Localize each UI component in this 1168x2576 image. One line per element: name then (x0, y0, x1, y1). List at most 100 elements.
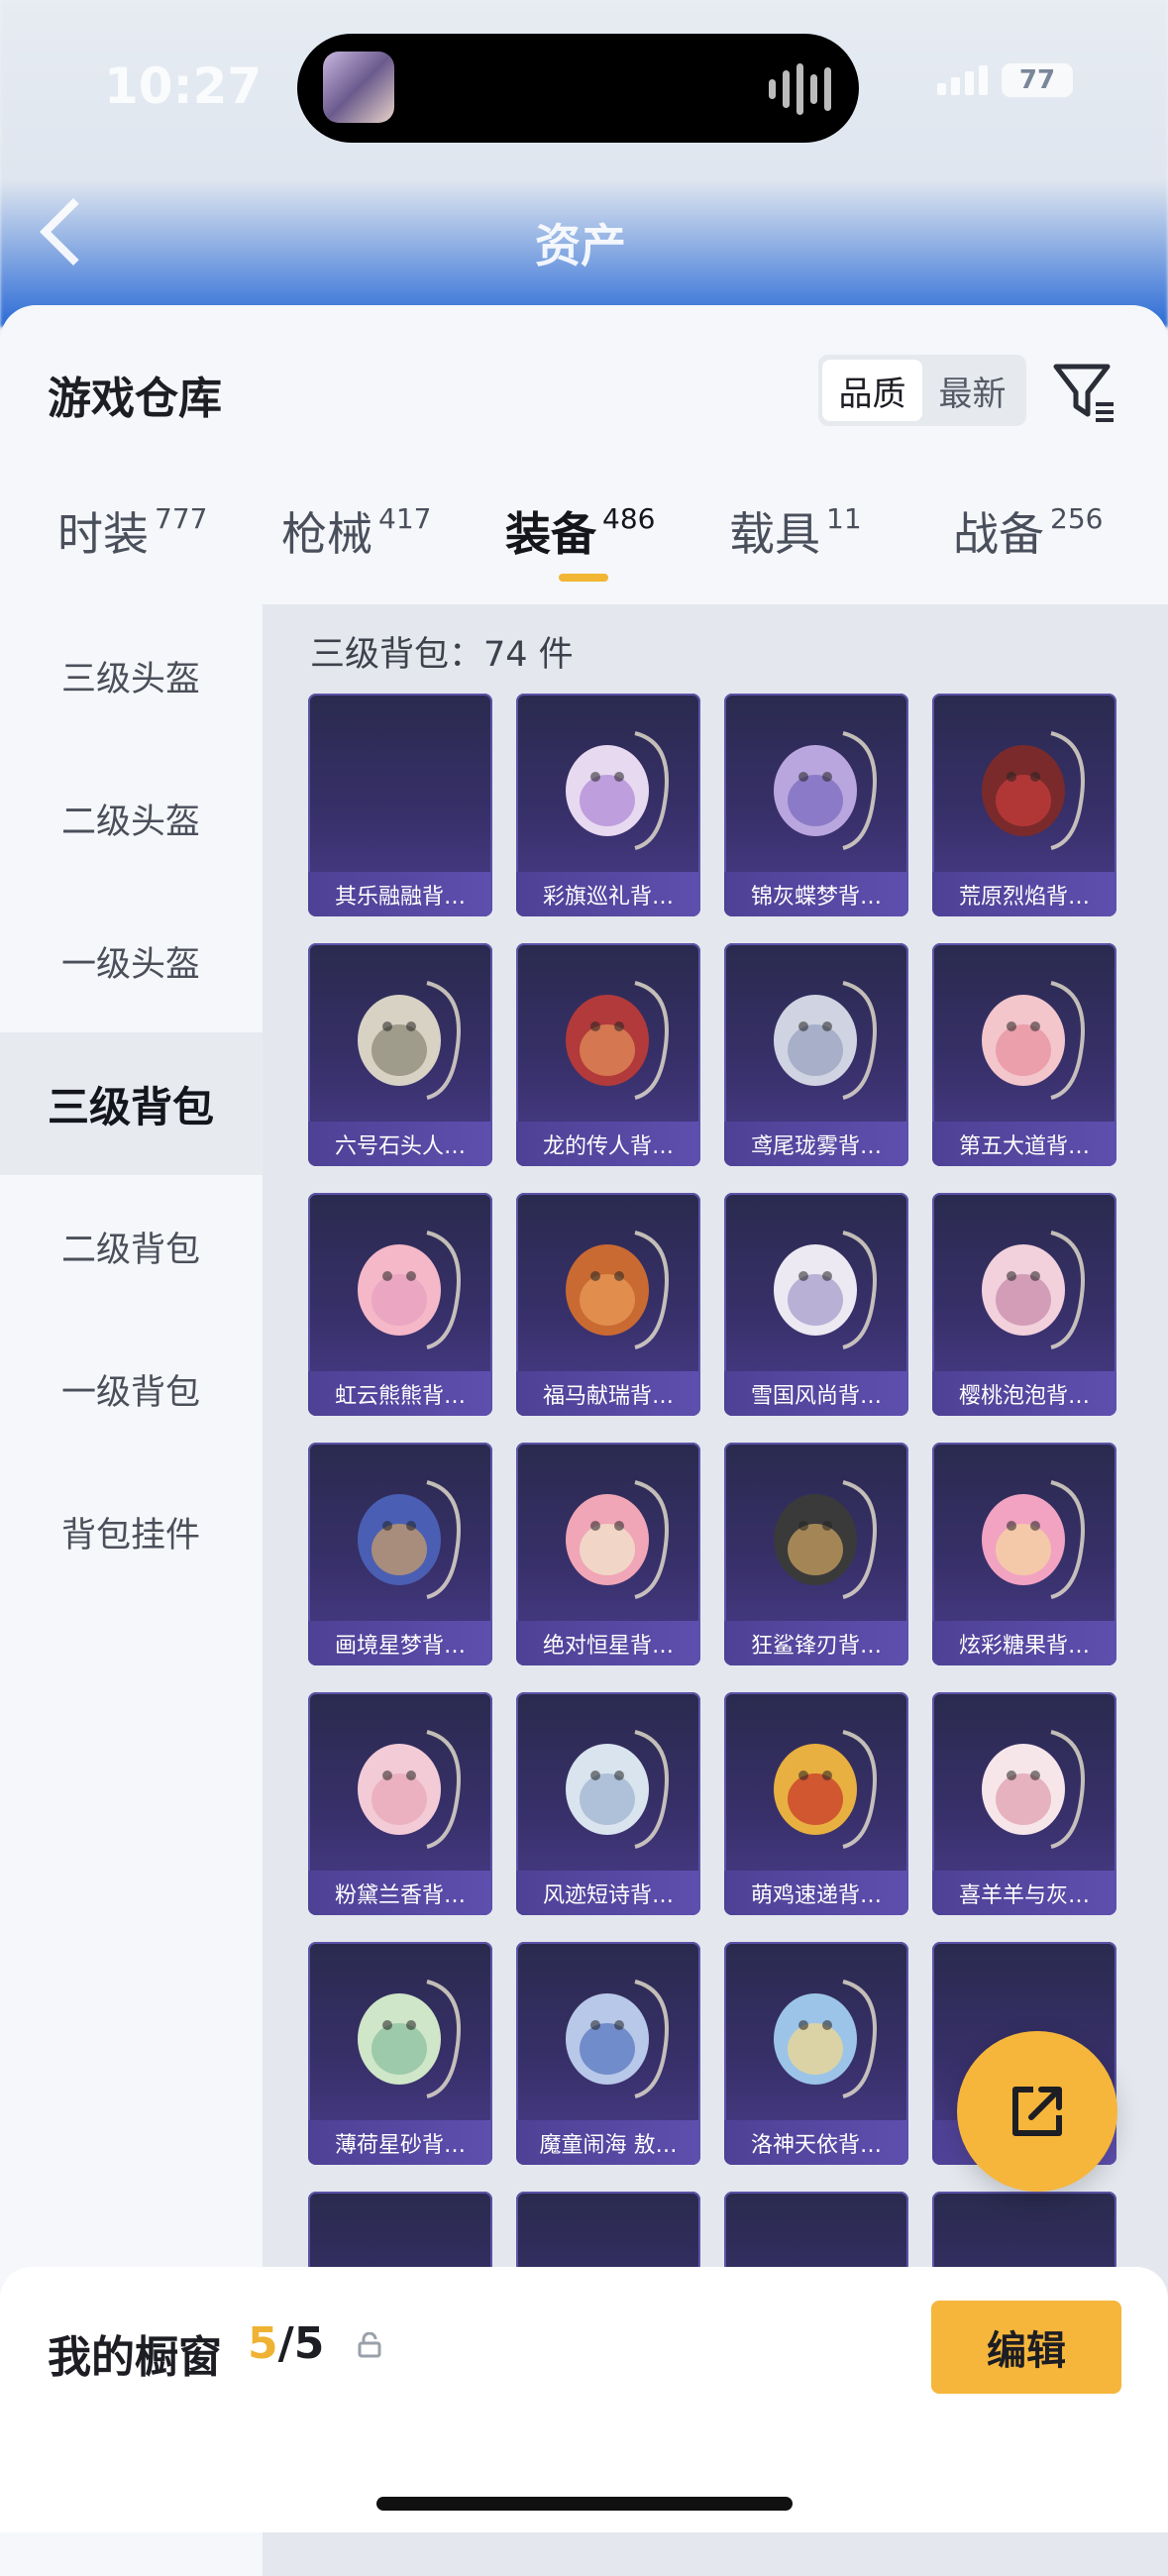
backpack-item-card[interactable]: 魔童闹海 敖… (516, 1942, 700, 2165)
backpack-item-card[interactable]: 粉黛兰香背… (308, 1692, 492, 1915)
now-playing-thumbnail (323, 52, 394, 123)
backpack-thumbnail (774, 981, 877, 1100)
backpack-item-card[interactable]: 其乐融融背… (308, 694, 492, 916)
item-name: 荒原烈焰背… (932, 872, 1116, 916)
sort-quality-button[interactable]: 品质 (822, 360, 922, 421)
sidebar-item-level1-helmet[interactable]: 一级头盔 (0, 890, 263, 1032)
item-name: 风迹短诗背… (516, 1871, 700, 1915)
backpack-item-card[interactable]: 炫彩糖果背… (932, 1443, 1116, 1665)
battery-icon: 77 (1002, 63, 1073, 97)
showcase-label: 我的橱窗 (48, 2332, 222, 2383)
tab-count: 777 (155, 502, 208, 535)
page-title: 资产 (535, 219, 626, 272)
item-count-title: 三级背包：74 件 (310, 635, 574, 675)
item-name: 彩旗巡礼背… (516, 872, 700, 916)
home-indicator (376, 2497, 793, 2511)
backpack-item-card[interactable]: 虹云熊熊背… (308, 1193, 492, 1416)
lock-icon (358, 2332, 381, 2358)
item-name: 画境星梦背… (308, 1621, 492, 1665)
backpack-thumbnail (774, 1231, 877, 1349)
backpack-thumbnail (774, 1730, 877, 1849)
sidebar-item-backpack-charm[interactable]: 背包挂件 (0, 1460, 263, 1603)
showcase-total: /5 (277, 2318, 325, 2369)
edit-button[interactable]: 编辑 (931, 2301, 1121, 2394)
sidebar-item-level2-helmet[interactable]: 二级头盔 (0, 747, 263, 890)
item-name: 洛神天依背… (724, 2120, 908, 2165)
tab-equipment[interactable]: 装备 486 (505, 498, 655, 607)
sheet-title: 游戏仓库 (48, 374, 222, 424)
tab-vehicles[interactable]: 载具 11 (729, 498, 862, 607)
item-name: 樱桃泡泡背… (932, 1371, 1116, 1416)
backpack-thumbnail (358, 981, 461, 1100)
sidebar-item-level3-backpack[interactable]: 三级背包 (0, 1032, 263, 1175)
backpack-thumbnail (774, 731, 877, 850)
sort-newest-button[interactable]: 最新 (922, 360, 1022, 421)
backpack-item-card[interactable]: 画境星梦背… (308, 1443, 492, 1665)
backpack-item-card[interactable]: 风迹短诗背… (516, 1692, 700, 1915)
sidebar-item-level2-backpack[interactable]: 二级背包 (0, 1175, 263, 1318)
tab-guns[interactable]: 枪械 417 (281, 498, 431, 607)
status-time: 10:27 (104, 57, 263, 115)
backpack-thumbnail (982, 981, 1085, 1100)
item-name: 虹云熊熊背… (308, 1371, 492, 1416)
backpack-thumbnail (566, 1480, 669, 1599)
item-name: 福马献瑞背… (516, 1371, 700, 1416)
backpack-item-card[interactable]: 薄荷星砂背… (308, 1942, 492, 2165)
item-name: 龙的传人背… (516, 1122, 700, 1166)
tab-combat-gear[interactable]: 战备 256 (953, 498, 1103, 607)
dynamic-island (297, 34, 859, 143)
backpack-item-card[interactable]: 绝对恒星背… (516, 1443, 700, 1665)
backpack-thumbnail (566, 731, 669, 850)
tab-count: 11 (826, 502, 862, 535)
tab-count: 486 (602, 502, 656, 535)
tab-count: 256 (1050, 502, 1104, 535)
category-tabs: 时装 777 枪械 417 装备 486 载具 11 战备 256 (0, 498, 1168, 607)
item-name: 六号石头人… (308, 1122, 492, 1166)
status-indicators: 77 (937, 63, 1073, 97)
signal-icon (937, 65, 988, 95)
item-name: 喜羊羊与灰… (932, 1871, 1116, 1915)
tab-fashion[interactable]: 时装 777 (57, 498, 207, 607)
backpack-thumbnail (566, 1231, 669, 1349)
item-name: 其乐融融背… (308, 872, 492, 916)
tab-count: 417 (378, 502, 432, 535)
item-name: 粉黛兰香背… (308, 1871, 492, 1915)
backpack-item-card[interactable]: 洛神天依背… (724, 1942, 908, 2165)
backpack-item-card[interactable]: 彩旗巡礼背… (516, 694, 700, 916)
backpack-item-card[interactable]: 狂鲨锋刃背… (724, 1443, 908, 1665)
item-name: 狂鲨锋刃背… (724, 1621, 908, 1665)
backpack-thumbnail (358, 1730, 461, 1849)
backpack-thumbnail (566, 1730, 669, 1849)
tab-label: 枪械 (281, 507, 372, 561)
backpack-item-card[interactable]: 樱桃泡泡背… (932, 1193, 1116, 1416)
backpack-thumbnail (358, 1231, 461, 1349)
item-name: 绝对恒星背… (516, 1621, 700, 1665)
item-name: 第五大道背… (932, 1122, 1116, 1166)
backpack-item-card[interactable]: 六号石头人… (308, 943, 492, 1166)
backpack-item-card[interactable]: 福马献瑞背… (516, 1193, 700, 1416)
tab-label: 时装 (57, 507, 149, 561)
backpack-item-card[interactable]: 萌鸡速递背… (724, 1692, 908, 1915)
filter-icon[interactable] (1050, 357, 1119, 426)
share-button[interactable] (957, 2031, 1117, 2192)
backpack-item-card[interactable]: 第五大道背… (932, 943, 1116, 1166)
showcase-current: 5 (248, 2318, 278, 2369)
sidebar-item-level1-backpack[interactable]: 一级背包 (0, 1318, 263, 1460)
backpack-item-card[interactable]: 锦灰蝶梦背… (724, 694, 908, 916)
item-name: 炫彩糖果背… (932, 1621, 1116, 1665)
backpack-thumbnail (982, 1480, 1085, 1599)
backpack-thumbnail (358, 1980, 461, 2098)
backpack-thumbnail (566, 1980, 669, 2098)
backpack-thumbnail (982, 1730, 1085, 1849)
sidebar-item-level3-helmet[interactable]: 三级头盔 (0, 604, 263, 747)
tab-label: 载具 (729, 507, 820, 561)
backpack-item-card[interactable]: 荒原烈焰背… (932, 694, 1116, 916)
item-name: 雪国风尚背… (724, 1371, 908, 1416)
backpack-item-card[interactable]: 鸢尾珑雾背… (724, 943, 908, 1166)
share-icon (1012, 2087, 1062, 2136)
backpack-item-card[interactable]: 龙的传人背… (516, 943, 700, 1166)
backpack-thumbnail (358, 1480, 461, 1599)
backpack-item-card[interactable]: 雪国风尚背… (724, 1193, 908, 1416)
backpack-item-card[interactable]: 喜羊羊与灰… (932, 1692, 1116, 1915)
item-name: 薄荷星砂背… (308, 2120, 492, 2165)
